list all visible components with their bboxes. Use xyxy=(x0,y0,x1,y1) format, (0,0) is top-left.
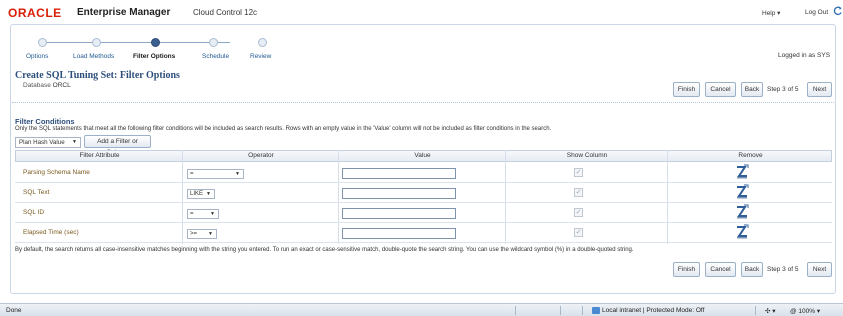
column-header-operator: Operator xyxy=(248,152,274,159)
add-filter-button[interactable]: Add a Filter or Column xyxy=(84,135,151,156)
logged-in-text: Logged in as SYS xyxy=(778,52,831,59)
cancel-button-bottom[interactable]: Cancel xyxy=(705,262,736,277)
train-step-load-methods-icon[interactable] xyxy=(92,38,101,47)
value-input[interactable] xyxy=(342,168,456,179)
train-step-schedule: Schedule xyxy=(202,53,230,60)
security-zone-text[interactable]: Local intranet | Protected Mode: Off xyxy=(602,307,704,314)
intranet-zone-icon xyxy=(592,307,600,314)
column-header-value: Value xyxy=(414,152,431,159)
filter-row: SQL ID = ▼ ✓ xyxy=(15,203,832,223)
em-header: ORACLE Enterprise Manager Cloud Control … xyxy=(0,0,843,22)
column-header-filter-attribute: Filter Attribute xyxy=(79,152,120,159)
back-button-bottom[interactable]: Back xyxy=(741,262,763,277)
train-line xyxy=(42,42,230,43)
filter-conditions-heading: Filter Conditions xyxy=(15,117,75,126)
train-step-load-methods[interactable]: Load Methods xyxy=(73,53,114,60)
database-line: Database ORCL xyxy=(23,82,71,89)
oracle-logo: ORACLE xyxy=(8,6,62,20)
dotted-divider xyxy=(12,102,834,103)
zoom-tool-icon[interactable]: ✣ ▾ xyxy=(765,307,776,315)
remove-icon[interactable] xyxy=(735,224,749,240)
operator-select[interactable]: = ▼ xyxy=(187,209,219,219)
product-edition: Cloud Control 12c xyxy=(193,8,258,17)
operator-select-value: >= xyxy=(190,231,198,237)
wizard-train: Options Load Methods Filter Options Sche… xyxy=(10,34,272,64)
add-filter-select-value: Plan Hash Value xyxy=(19,139,65,146)
cancel-button-top[interactable]: Cancel xyxy=(705,82,736,97)
filter-attribute-label: Parsing Schema Name xyxy=(23,169,90,176)
remove-icon[interactable] xyxy=(735,204,749,220)
status-divider xyxy=(755,306,756,315)
filter-conditions-description: Only the SQL statements that meet all th… xyxy=(15,126,552,132)
operator-select-value: = xyxy=(190,171,194,177)
train-step-filter-options: Filter Options xyxy=(133,53,176,60)
value-input[interactable] xyxy=(342,208,456,219)
chevron-down-icon: ▼ xyxy=(206,191,211,197)
back-button-top[interactable]: Back xyxy=(741,82,763,97)
filter-attribute-label: Elapsed Time (sec) xyxy=(23,229,79,236)
train-step-options[interactable]: Options xyxy=(26,53,48,60)
show-column-checkbox: ✓ xyxy=(574,188,583,197)
database-value: ORCL xyxy=(52,82,71,89)
finish-button-top[interactable]: Finish xyxy=(673,82,700,97)
remove-icon[interactable] xyxy=(735,164,749,180)
database-label: Database xyxy=(23,82,51,89)
chevron-down-icon: ▼ xyxy=(208,231,213,237)
product-name: Enterprise Manager xyxy=(77,7,171,18)
operator-select[interactable]: >= ▼ xyxy=(187,229,217,239)
browser-status-bar: Done Local intranet | Protected Mode: Of… xyxy=(0,303,843,316)
filter-attribute-label: SQL ID xyxy=(23,209,45,216)
filter-row: Elapsed Time (sec) >= ▼ ✓ xyxy=(15,223,832,243)
status-divider xyxy=(582,306,583,315)
status-divider xyxy=(560,306,561,315)
filter-row: SQL Text LIKE ▼ ✓ xyxy=(15,183,832,203)
next-button-bottom[interactable]: Next xyxy=(807,262,832,277)
chevron-down-icon: ▼ xyxy=(235,171,240,177)
chevron-down-icon: ▼ xyxy=(210,211,215,217)
show-column-checkbox: ✓ xyxy=(574,168,583,177)
refresh-icon[interactable] xyxy=(833,6,843,16)
browser-page: ORACLE Enterprise Manager Cloud Control … xyxy=(0,0,843,303)
train-step-review-icon xyxy=(258,38,267,47)
status-divider xyxy=(515,306,516,315)
step-indicator-bottom: Step 3 of 5 xyxy=(767,266,799,273)
chevron-down-icon: ▼ xyxy=(72,139,77,145)
step-indicator-top: Step 3 of 5 xyxy=(767,86,799,93)
zoom-level[interactable]: @ 100% ▾ xyxy=(790,307,820,315)
train-step-review: Review xyxy=(250,53,272,60)
value-input[interactable] xyxy=(342,228,456,239)
value-input[interactable] xyxy=(342,188,456,199)
finish-button-bottom[interactable]: Finish xyxy=(673,262,700,277)
filter-row: Parsing Schema Name = ▼ ✓ xyxy=(15,163,832,183)
page-title: Create SQL Tuning Set: Filter Options xyxy=(15,70,180,81)
train-step-schedule-icon xyxy=(209,38,218,47)
operator-select-value: = xyxy=(190,211,194,217)
show-column-checkbox: ✓ xyxy=(574,228,583,237)
operator-select-value: LIKE xyxy=(190,191,204,197)
logout-link[interactable]: Log Out xyxy=(805,9,828,16)
help-menu[interactable]: Help ▾ xyxy=(762,9,780,17)
train-step-filter-options-icon xyxy=(151,38,160,47)
show-column-checkbox: ✓ xyxy=(574,208,583,217)
filter-attribute-label: SQL Text xyxy=(23,189,50,196)
operator-select[interactable]: LIKE ▼ xyxy=(187,189,215,199)
column-header-remove: Remove xyxy=(738,152,763,159)
remove-icon[interactable] xyxy=(735,184,749,200)
next-button-top[interactable]: Next xyxy=(807,82,832,97)
operator-select[interactable]: = ▼ xyxy=(187,169,244,179)
add-filter-select[interactable]: Plan Hash Value ▼ xyxy=(15,137,81,148)
filter-table-header: Filter Attribute Operator Value Show Col… xyxy=(15,150,832,162)
search-help-text: By default, the search returns all case-… xyxy=(15,247,634,253)
column-header-show-column: Show Column xyxy=(566,152,608,159)
status-done-text: Done xyxy=(6,307,22,314)
train-step-options-icon[interactable] xyxy=(38,38,47,47)
